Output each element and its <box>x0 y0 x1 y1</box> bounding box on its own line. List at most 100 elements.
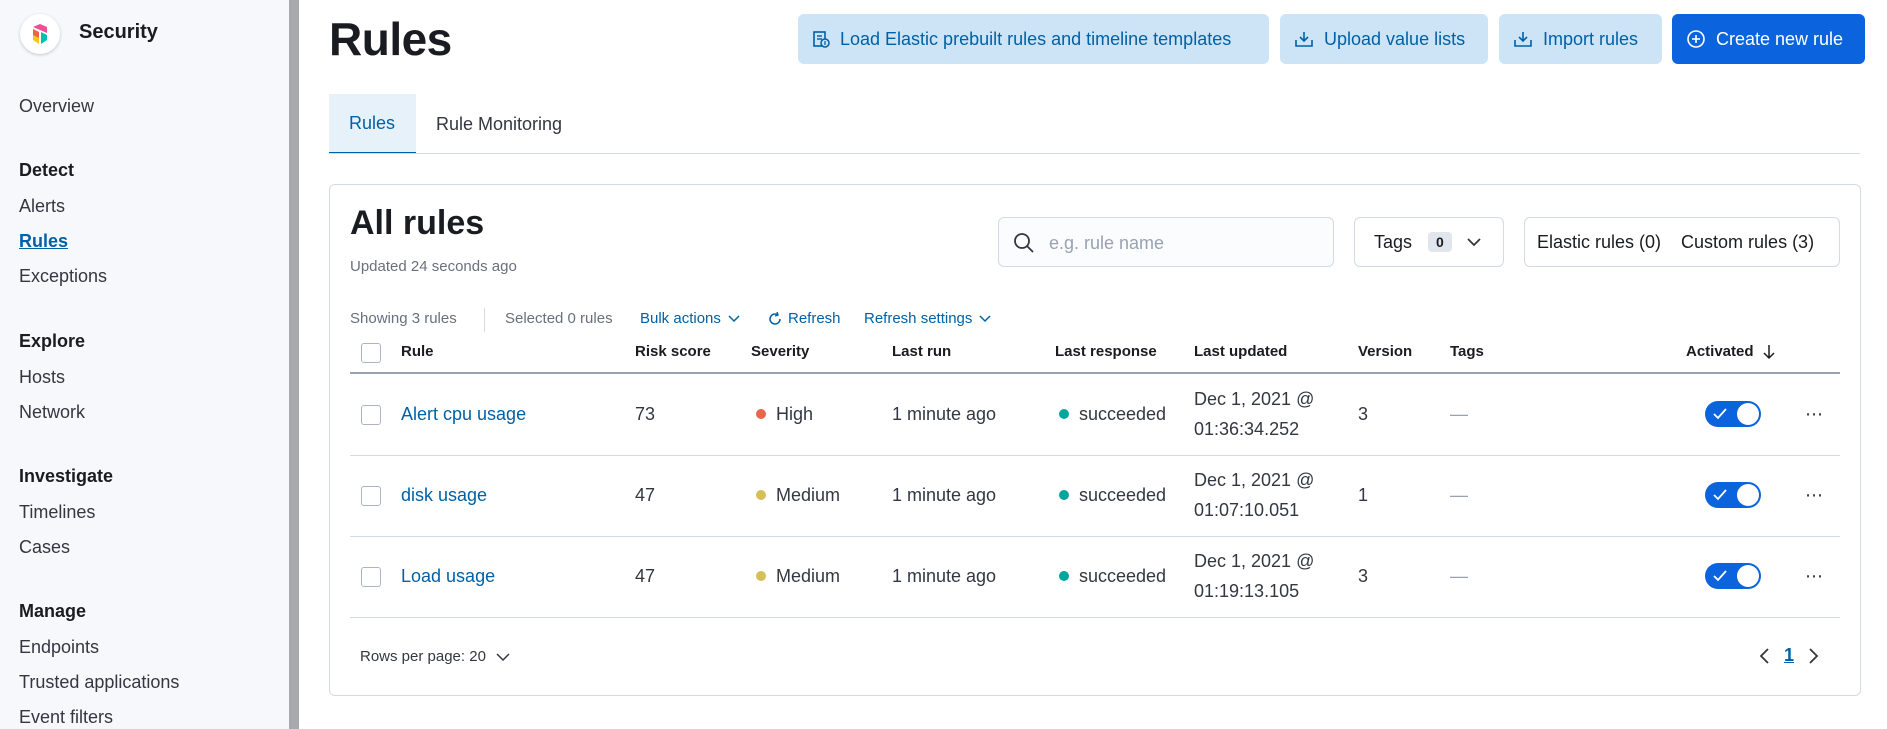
chevron-down-icon <box>1467 238 1481 247</box>
tab-rule-monitoring[interactable]: Rule Monitoring <box>416 94 606 154</box>
last-response-label: succeeded <box>1079 566 1167 586</box>
version: 3 <box>1358 566 1369 586</box>
create-new-rule-button[interactable]: Create new rule <box>1672 14 1865 64</box>
last-updated-date: Dec 1, 2021 @ <box>1194 551 1315 571</box>
status-dot <box>1059 571 1069 581</box>
last-response-cell: succeeded <box>1059 404 1166 425</box>
column-header-severity[interactable]: Severity <box>751 343 809 360</box>
sidebar-item-endpoints[interactable]: Endpoints <box>19 637 99 658</box>
last-response-label: succeeded <box>1079 404 1167 424</box>
more-actions-icon[interactable]: ⋯ <box>1805 566 1823 587</box>
column-header-last-response[interactable]: Last response <box>1055 343 1157 360</box>
app-title: Security <box>79 21 158 43</box>
sidebar-item-exceptions[interactable]: Exceptions <box>19 266 107 287</box>
column-header-risk-score[interactable]: Risk score <box>635 343 711 360</box>
version: 3 <box>1358 404 1369 424</box>
showing-count: Showing 3 rules <box>350 310 457 327</box>
sidebar-item-network[interactable]: Network <box>19 402 85 423</box>
row-checkbox[interactable] <box>361 486 381 506</box>
sidebar-scrollbar[interactable] <box>289 0 299 729</box>
last-run: 1 minute ago <box>892 566 997 586</box>
sidebar-item-trusted-applications[interactable]: Trusted applications <box>19 672 179 693</box>
activated-toggle[interactable] <box>1705 482 1761 508</box>
row-checkbox[interactable] <box>361 567 381 587</box>
page-title: Rules <box>329 13 452 65</box>
sidebar-item-timelines[interactable]: Timelines <box>19 502 95 523</box>
more-actions-icon[interactable]: ⋯ <box>1805 485 1823 506</box>
sidebar-item-event-filters[interactable]: Event filters <box>19 707 113 728</box>
column-header-version[interactable]: Version <box>1358 343 1412 360</box>
elastic-rules-filter[interactable]: Elastic rules (0) <box>1525 232 1661 253</box>
last-response-label: succeeded <box>1079 485 1167 505</box>
upload-icon <box>1295 32 1313 47</box>
tab-rules[interactable]: Rules <box>329 94 416 154</box>
tags-empty: — <box>1450 566 1468 586</box>
last-response-cell: succeeded <box>1059 566 1166 587</box>
chevron-right-icon[interactable] <box>1808 647 1820 665</box>
tags-filter-button[interactable]: Tags 0 <box>1354 217 1504 267</box>
search-box[interactable] <box>998 217 1334 267</box>
rules-type-filter: Elastic rules (0) Custom rules (3) <box>1524 217 1840 267</box>
import-icon <box>1514 32 1532 47</box>
toggle-knob <box>1737 565 1759 587</box>
activated-toggle[interactable] <box>1705 401 1761 427</box>
rows-per-page-label: Rows per page: 20 <box>360 648 486 665</box>
refresh-settings-label: Refresh settings <box>864 310 973 327</box>
last-response-cell: succeeded <box>1059 485 1166 506</box>
risk-score: 47 <box>635 485 656 505</box>
sidebar-item-alerts[interactable]: Alerts <box>19 196 65 217</box>
last-updated-time: 01:07:10.051 <box>1194 500 1300 520</box>
select-all-checkbox[interactable] <box>361 343 381 363</box>
security-logo-icon[interactable] <box>20 14 60 54</box>
severity-cell: Medium <box>756 485 840 506</box>
custom-rules-filter[interactable]: Custom rules (3) <box>1661 232 1814 253</box>
bulk-actions-button[interactable]: Bulk actions <box>640 310 740 327</box>
activated-toggle[interactable] <box>1705 563 1761 589</box>
sidebar-item-rules[interactable]: Rules <box>19 231 68 252</box>
status-dot <box>1059 409 1069 419</box>
column-header-last-updated[interactable]: Last updated <box>1194 343 1287 360</box>
rule-name-link[interactable]: Load usage <box>401 566 495 587</box>
column-header-tags: Tags <box>1450 343 1484 360</box>
pagination: 1 <box>1758 645 1820 666</box>
row-checkbox[interactable] <box>361 405 381 425</box>
column-header-last-run[interactable]: Last run <box>892 343 951 360</box>
column-header-activated[interactable]: Activated <box>1686 343 1776 360</box>
upload-value-lists-button[interactable]: Upload value lists <box>1280 14 1488 64</box>
version: 1 <box>1358 485 1369 505</box>
toggle-knob <box>1737 403 1759 425</box>
create-new-rule-label: Create new rule <box>1716 28 1844 49</box>
utility-separator <box>484 308 485 332</box>
rows-per-page-button[interactable]: Rows per page: 20 <box>360 648 510 665</box>
table-header-divider <box>350 372 1840 374</box>
search-icon <box>1014 233 1034 253</box>
toggle-knob <box>1737 484 1759 506</box>
sidebar-heading-explore: Explore <box>19 331 86 351</box>
chevron-down-icon <box>979 314 991 322</box>
page-number[interactable]: 1 <box>1784 645 1794 666</box>
sidebar-item-hosts[interactable]: Hosts <box>19 367 65 388</box>
severity-cell: High <box>756 404 813 425</box>
refresh-button[interactable]: Refresh <box>768 310 841 327</box>
chevron-left-icon[interactable] <box>1758 647 1770 665</box>
sidebar-item-cases[interactable]: Cases <box>19 537 70 558</box>
rule-name-link[interactable]: disk usage <box>401 485 487 506</box>
column-header-rule[interactable]: Rule <box>401 343 434 360</box>
load-prebuilt-button[interactable]: Load Elastic prebuilt rules and timeline… <box>798 14 1269 64</box>
sidebar-heading-investigate: Investigate <box>19 466 114 486</box>
import-rules-button[interactable]: Import rules <box>1499 14 1662 64</box>
refresh-label: Refresh <box>788 310 841 327</box>
upload-value-lists-label: Upload value lists <box>1324 28 1466 49</box>
search-input[interactable] <box>1047 228 1321 258</box>
plus-circle-icon <box>1687 30 1705 48</box>
sidebar-item-overview[interactable]: Overview <box>19 96 94 117</box>
selected-count: Selected 0 rules <box>505 310 613 327</box>
refresh-settings-button[interactable]: Refresh settings <box>864 310 991 327</box>
more-actions-icon[interactable]: ⋯ <box>1805 404 1823 425</box>
arrow-down-icon <box>1763 344 1775 359</box>
rule-name-link[interactable]: Alert cpu usage <box>401 404 526 425</box>
status-dot <box>1059 490 1069 500</box>
tabs-divider <box>329 153 1860 154</box>
last-updated-time: 01:19:13.105 <box>1194 581 1300 601</box>
sidebar-heading-manage: Manage <box>19 601 87 621</box>
